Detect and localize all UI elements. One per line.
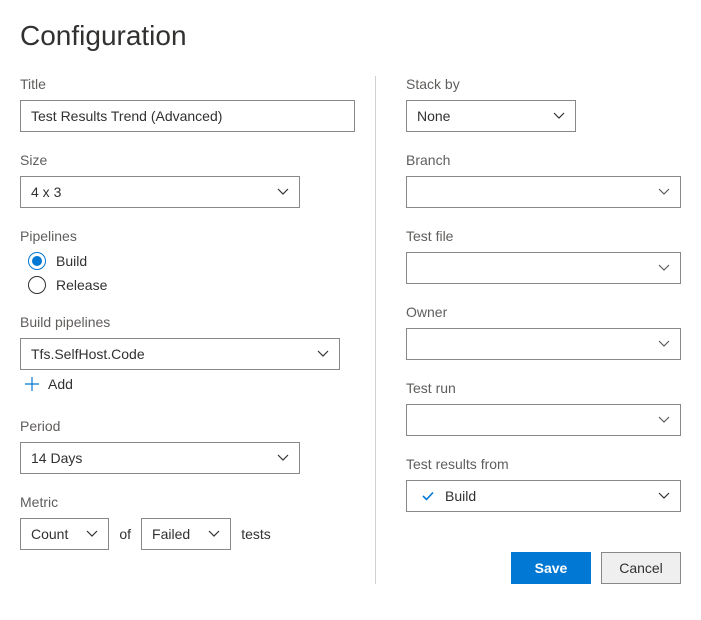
results-from-value: Build — [445, 488, 476, 504]
period-select[interactable]: 14 Days — [20, 442, 300, 474]
radio-icon — [28, 276, 46, 294]
pipelines-label: Pipelines — [20, 228, 355, 244]
owner-label: Owner — [406, 304, 681, 320]
metric-outcome-value: Failed — [152, 526, 190, 542]
test-run-label: Test run — [406, 380, 681, 396]
radio-label-build: Build — [56, 253, 87, 269]
pipelines-radio-release[interactable]: Release — [28, 276, 355, 294]
metric-suffix: tests — [241, 526, 271, 542]
branch-label: Branch — [406, 152, 681, 168]
chevron-down-icon — [553, 110, 565, 122]
radio-label-release: Release — [56, 277, 107, 293]
test-run-select[interactable] — [406, 404, 681, 436]
size-value: 4 x 3 — [31, 184, 61, 200]
period-label: Period — [20, 418, 355, 434]
stack-by-select[interactable]: None — [406, 100, 576, 132]
period-value: 14 Days — [31, 450, 82, 466]
chevron-down-icon — [317, 348, 329, 360]
test-file-label: Test file — [406, 228, 681, 244]
size-label: Size — [20, 152, 355, 168]
chevron-down-icon — [658, 186, 670, 198]
check-icon — [421, 489, 435, 503]
metric-count-value: Count — [31, 526, 68, 542]
metric-of-text: of — [119, 526, 131, 542]
add-label: Add — [48, 376, 73, 392]
chevron-down-icon — [658, 414, 670, 426]
chevron-down-icon — [277, 186, 289, 198]
build-pipelines-select[interactable]: Tfs.SelfHost.Code — [20, 338, 340, 370]
title-label: Title — [20, 76, 355, 92]
metric-outcome-select[interactable]: Failed — [141, 518, 231, 550]
add-button[interactable]: Add — [20, 370, 355, 398]
chevron-down-icon — [208, 528, 220, 540]
save-button[interactable]: Save — [511, 552, 591, 584]
title-value: Test Results Trend (Advanced) — [31, 108, 222, 124]
build-pipelines-value: Tfs.SelfHost.Code — [31, 346, 145, 362]
stack-by-label: Stack by — [406, 76, 681, 92]
title-input[interactable]: Test Results Trend (Advanced) — [20, 100, 355, 132]
build-pipelines-label: Build pipelines — [20, 314, 355, 330]
plus-icon — [24, 376, 40, 392]
radio-icon — [28, 252, 46, 270]
page-title: Configuration — [20, 20, 681, 52]
metric-label: Metric — [20, 494, 355, 510]
chevron-down-icon — [658, 262, 670, 274]
branch-select[interactable] — [406, 176, 681, 208]
metric-count-select[interactable]: Count — [20, 518, 109, 550]
pipelines-radio-build[interactable]: Build — [28, 252, 355, 270]
chevron-down-icon — [277, 452, 289, 464]
results-from-label: Test results from — [406, 456, 681, 472]
size-select[interactable]: 4 x 3 — [20, 176, 300, 208]
cancel-button[interactable]: Cancel — [601, 552, 681, 584]
results-from-select[interactable]: Build — [406, 480, 681, 512]
chevron-down-icon — [658, 338, 670, 350]
chevron-down-icon — [86, 528, 98, 540]
stack-by-value: None — [417, 108, 450, 124]
test-file-select[interactable] — [406, 252, 681, 284]
chevron-down-icon — [658, 490, 670, 502]
owner-select[interactable] — [406, 328, 681, 360]
